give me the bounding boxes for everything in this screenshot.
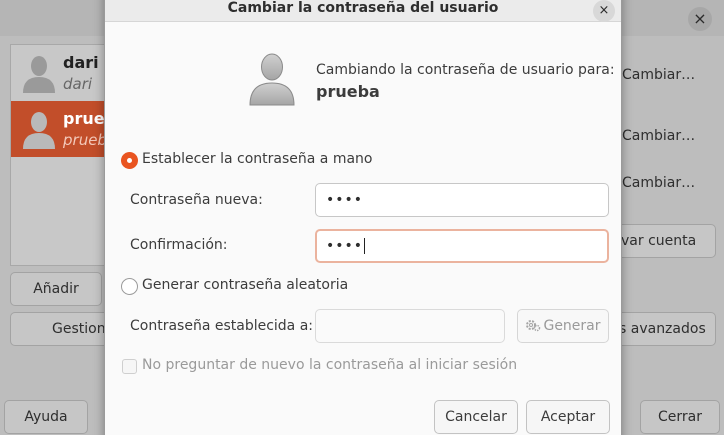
user-list-item-selected[interactable]: prueb prueb [11, 101, 116, 157]
generate-button-label: Generar [543, 318, 601, 334]
change-password-button[interactable]: Cambiar… [622, 128, 695, 144]
remove-account-button[interactable]: var cuenta [610, 224, 716, 258]
change-password-dialog: Cambiar la contraseña del usuario × Camb… [104, 0, 622, 435]
advanced-settings-button[interactable]: s avanzados [610, 312, 716, 346]
new-password-value: •••• [326, 192, 364, 208]
dialog-close-icon[interactable]: × [593, 0, 615, 22]
user-login: dari [63, 75, 93, 93]
generate-password-button[interactable]: Generar [517, 309, 609, 343]
user-avatar-icon [23, 112, 55, 149]
new-password-input[interactable]: •••• [315, 183, 609, 217]
change-login-button[interactable]: Cambiar… [622, 175, 695, 191]
new-password-label: Contraseña nueva: [130, 192, 263, 208]
user-name: dari [63, 53, 99, 72]
confirm-password-input[interactable]: •••• [315, 229, 609, 263]
close-button[interactable]: Cerrar [640, 400, 720, 434]
add-user-button[interactable]: Añadir [10, 272, 102, 306]
cancel-button[interactable]: Cancelar [434, 400, 518, 434]
dont-ask-label[interactable]: No preguntar de nuevo la contraseña al i… [142, 357, 517, 373]
help-button[interactable]: Ayuda [4, 400, 88, 434]
manual-password-label[interactable]: Establecer la contraseña a mano [142, 151, 373, 167]
user-list: dari dari prueb prueb [10, 44, 116, 266]
parent-close-icon[interactable]: × [688, 7, 712, 31]
manual-password-radio[interactable] [121, 152, 138, 169]
dont-ask-checkbox[interactable] [122, 359, 137, 374]
accept-button[interactable]: Aceptar [526, 400, 610, 434]
confirm-password-label: Confirmación: [130, 237, 228, 253]
user-avatar-icon [23, 56, 55, 93]
user-login: prueb [63, 131, 107, 149]
changing-password-label: Cambiando la contraseña de usuario para: [316, 62, 615, 78]
confirm-password-value: •••• [326, 238, 364, 254]
user-avatar-icon [249, 53, 295, 106]
set-password-label: Contraseña establecida a: [130, 318, 314, 334]
gear-icon [526, 320, 541, 332]
dialog-header: Cambiar la contraseña del usuario × [105, 0, 621, 22]
random-password-label[interactable]: Generar contraseña aleatoria [142, 277, 348, 293]
user-list-item[interactable]: dari dari [11, 45, 107, 101]
target-username: prueba [316, 82, 380, 101]
manage-groups-button[interactable]: Gestion [10, 312, 110, 346]
dialog-title: Cambiar la contraseña del usuario [227, 0, 499, 16]
change-language-button[interactable]: Cambiar… [622, 67, 695, 83]
text-caret [364, 238, 366, 254]
generated-password-input[interactable] [315, 309, 505, 343]
random-password-radio[interactable] [121, 278, 138, 295]
